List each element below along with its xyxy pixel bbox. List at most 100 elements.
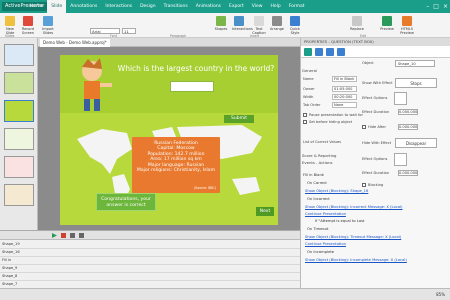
arrange-button[interactable]: Arrange [270,16,284,31]
object-select[interactable]: Shape_10 [395,60,435,67]
text-caption-icon [254,16,264,26]
effect-preview[interactable] [394,92,407,105]
answer-input[interactable] [170,81,214,92]
blocking-checkbox[interactable] [362,183,366,187]
tab-order-select[interactable]: None [332,102,357,108]
event-item[interactable]: On Timeout [307,227,328,231]
quick-style-icon [290,16,300,26]
size-tab-icon[interactable] [315,47,323,56]
next-button[interactable]: Next [256,207,274,216]
title-bar: ActivePresenter Home Slide Annotations I… [0,0,450,13]
slide-thumbnails [0,38,38,230]
bg-checkbox[interactable] [303,120,307,124]
tab-interactions[interactable]: Interactions [101,0,136,13]
slide-thumb[interactable] [4,184,34,206]
tab-slide[interactable]: Slide [47,0,67,13]
html5-preview-button[interactable]: HTML5 Preview [400,16,414,35]
event-action[interactable]: Show Object (Blocking): Timeout Message:… [305,235,401,239]
timing-tab-icon[interactable] [337,47,345,56]
document-tab[interactable]: Demo Web - Demo Web.approj* [40,39,110,47]
event-item[interactable]: On Correct [307,181,327,185]
timeline-row[interactable]: Shape_8 [0,273,300,281]
minimize-icon[interactable]: – [426,3,429,10]
new-slide-button[interactable]: New Slide [3,16,17,35]
blocking-label: Blocking [368,183,384,187]
text-caption-button[interactable]: Text Caption [252,16,266,35]
interactions-button[interactable]: Interactions [232,16,253,31]
quick-style-button[interactable]: Quick Style [288,16,302,35]
interactions-icon [234,16,244,26]
font-size-select[interactable]: 11 [122,28,136,34]
tab-annotations[interactable]: Annotations [66,0,101,13]
hide-after-checkbox[interactable] [362,125,366,129]
properties-tab-icon[interactable] [304,47,312,56]
event-item[interactable]: Fill in Blank [303,173,324,177]
hide-effect-duration-label: Effect Duration [362,171,390,175]
import-icon [43,16,53,26]
event-item[interactable]: On Incorrect [307,197,330,201]
status-bar: 85% [0,288,450,300]
effect-duration-field[interactable]: 0.000.000 [398,109,418,115]
tab-home[interactable]: Home [26,0,47,13]
record-screen-button[interactable]: Record Screen [21,16,35,35]
congrats-message: Congratulations, your answer is correct [96,193,156,211]
replace-button[interactable]: Replace [350,16,364,31]
show-effect-label: Show With Effect [362,81,393,85]
slide-thumb[interactable] [4,100,34,122]
timeline-row[interactable]: Shape_16 [0,249,300,257]
hide-effect-preview[interactable] [394,153,407,166]
effect-options-label: Effect Options [362,96,388,100]
events-section[interactable]: Events - Actions [302,160,333,165]
new-slide-icon [5,16,15,26]
tab-design[interactable]: Design [136,0,160,13]
timeline-panel: Shape_19 Shape_16 Fill in Shape_9 Shape_… [0,230,300,289]
tab-animations[interactable]: Animations [192,0,225,13]
document-tabs: Demo Web - Demo Web.approj* [38,38,300,47]
owner-field[interactable]: 01:05:000 [332,86,357,92]
width-field[interactable]: 00:20:000 [332,94,357,100]
hide-effect-duration-field[interactable]: 0.000.000 [398,170,418,176]
event-action[interactable]: Show Object (Blocking): Incomplete Messa… [305,258,407,262]
event-action[interactable]: Show Object (Blocking): Incorrect Messag… [305,205,403,209]
show-effect-button[interactable]: Stops [395,78,437,88]
pause-checkbox[interactable] [303,113,307,117]
slide-thumb[interactable] [4,44,34,66]
import-slides-button[interactable]: Import Slides [41,16,55,35]
object-label: Object [362,61,374,65]
event-action[interactable]: Continue Presentation [305,242,346,246]
playback-controls-icon[interactable] [50,232,110,239]
event-action[interactable]: Show Object (Blocking): Shape_16 [305,189,368,193]
submit-button[interactable]: Submit [224,115,254,123]
event-action[interactable]: Continue Presentation [305,212,346,216]
hide-after-label: Hide After [368,125,386,129]
tab-view[interactable]: View [248,0,267,13]
shapes-icon [216,16,226,26]
slide-thumb[interactable] [4,72,34,94]
bg-label: Set before hiding object [309,120,353,124]
shapes-button[interactable]: Shapes [214,16,228,31]
zoom-level[interactable]: 85% [436,292,445,297]
style-tab-icon[interactable] [326,47,334,56]
close-icon[interactable]: × [443,3,448,10]
tab-format[interactable]: Format [285,0,309,13]
timeline-row[interactable]: Fill in [0,257,300,265]
cartoon-boy-icon [82,58,112,111]
hide-after-field[interactable]: 0.000.000 [398,124,418,130]
slide-thumb[interactable] [4,128,34,150]
timeline-row[interactable]: Shape_9 [0,265,300,273]
name-field[interactable]: Fill in Blank [332,76,357,82]
general-section[interactable]: General [302,68,317,73]
hide-effect-button[interactable]: Disappear [395,138,437,148]
event-item[interactable]: On Incomplete [307,250,334,254]
tab-help[interactable]: Help [266,0,284,13]
score-section[interactable]: Score & Reporting [302,153,336,158]
maximize-icon[interactable]: □ [433,3,439,10]
timeline-row[interactable]: Shape_19 [0,241,300,249]
slide-thumb[interactable] [4,156,34,178]
event-condition[interactable]: If "Attempt is equal to Last [315,219,365,223]
window-controls: – □ × [426,0,448,13]
properties-tabs [301,46,450,58]
tab-export[interactable]: Export [225,0,248,13]
preview-button[interactable]: Preview [380,16,394,31]
tab-transitions[interactable]: Transitions [160,0,192,13]
